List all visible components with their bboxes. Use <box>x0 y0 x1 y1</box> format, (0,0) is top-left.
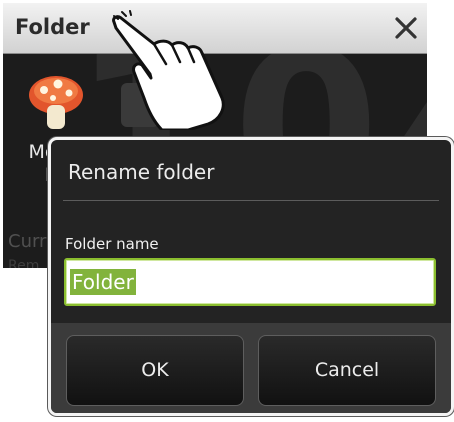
folder-title[interactable]: Folder <box>15 13 90 41</box>
hand-pointer-icon <box>112 10 225 130</box>
folder-name-value[interactable]: Folder <box>70 269 136 295</box>
background-text-2: Rem <box>8 258 40 268</box>
screen: 1047 Folder More N Curr Rem <box>0 0 454 422</box>
rename-folder-dialog: Rename folder Folder name Folder OK Canc… <box>48 137 454 416</box>
cancel-button[interactable]: Cancel <box>258 335 436 406</box>
folder-name-label: Folder name <box>65 235 159 253</box>
dialog-title: Rename folder <box>68 160 215 184</box>
close-icon[interactable] <box>393 15 419 41</box>
dialog-button-bar: OK Cancel <box>51 323 451 413</box>
background-text: Curr <box>8 231 47 252</box>
folder-name-input[interactable]: Folder <box>64 258 436 306</box>
ok-button[interactable]: OK <box>66 335 244 406</box>
dialog-divider <box>63 200 439 201</box>
mushroom-icon[interactable] <box>25 71 87 133</box>
